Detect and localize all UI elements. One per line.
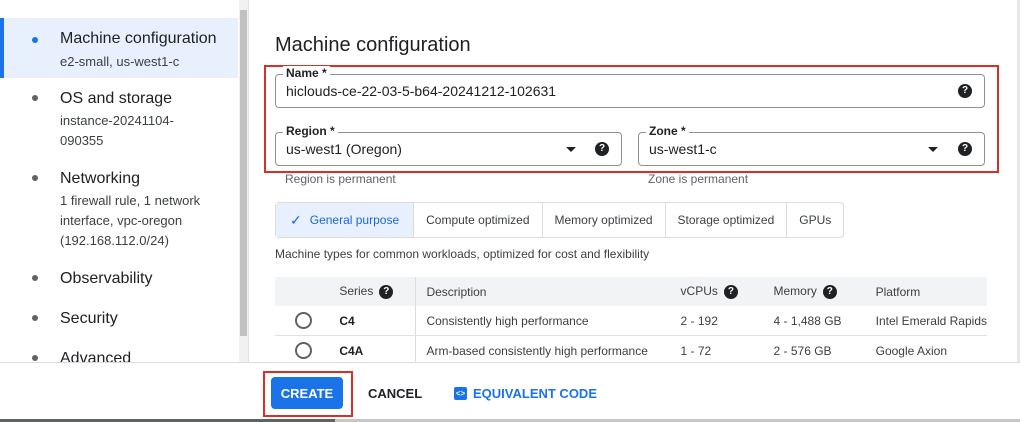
nav-item-security[interactable]: Security (0, 308, 238, 332)
table-cell-vcpus: 2 - 192 (670, 306, 764, 336)
equivalent-code-button[interactable]: <> EQUIVALENT CODE (450, 377, 601, 409)
table-header-label: vCPUs (680, 284, 718, 299)
table-header-select (275, 277, 330, 306)
table-cell-platform: Intel Emerald Rapids (865, 306, 987, 336)
name-field[interactable]: Name * hiclouds-ce-22-03-5-b64-20241212-… (275, 66, 985, 108)
tab-storage-optimized[interactable]: Storage optimized (664, 203, 787, 237)
table-header-label: Series (339, 284, 374, 299)
nav-item-subtitle: (192.168.112.0/24) (60, 233, 169, 248)
chevron-down-icon[interactable] (928, 147, 938, 152)
help-icon[interactable]: ? (723, 284, 738, 299)
zone-field-value: us-west1-c (649, 141, 717, 157)
tab-general-purpose[interactable]: ✓ General purpose (276, 203, 414, 237)
region-field-label: Region * (283, 124, 338, 138)
nav-bullet-icon (32, 95, 38, 101)
region-select[interactable]: Region * us-west1 (Oregon) ? (275, 124, 622, 166)
nav-item-title: Observability (60, 270, 153, 287)
table-cell-series: C4A (329, 335, 416, 362)
nav-item-title: OS and storage (60, 90, 173, 107)
table-row[interactable]: C4A Arm-based consistently high performa… (275, 335, 987, 362)
nav-item-title: Security (60, 310, 118, 327)
machine-family-tabs: ✓ General purpose Compute optimized Memo… (275, 202, 845, 238)
main-panel: Machine configuration Name * hiclouds-ce… (248, 0, 1020, 362)
table-cell-vcpus: 1 - 72 (670, 335, 764, 362)
table-cell-select (275, 335, 330, 362)
check-icon: ✓ (290, 212, 302, 228)
chevron-down-icon[interactable] (566, 147, 576, 152)
left-nav: Machine configuration e2-small, us-west1… (0, 0, 238, 362)
table-cell-select (275, 306, 330, 336)
nav-scrollbar[interactable] (239, 0, 248, 362)
nav-item-title: Machine configuration (60, 30, 217, 47)
table-cell-memory: 2 - 576 GB (763, 335, 866, 362)
series-radio[interactable] (295, 342, 312, 359)
code-icon: <> (454, 386, 467, 400)
table-cell-platform: Google Axion (865, 335, 987, 362)
table-header-vcpus: vCPUs? (670, 277, 764, 306)
table-cell-description: Consistently high performance (415, 306, 671, 336)
nav-item-subtitle: interface, vpc-oregon (60, 213, 183, 228)
machine-series-table: Series? Description vCPUs? Memory? Platf… (275, 277, 987, 362)
nav-bullet-icon (32, 315, 38, 321)
help-icon[interactable]: ? (822, 284, 837, 299)
help-icon[interactable]: ? (379, 284, 394, 299)
machine-family-description: Machine types for common workloads, opti… (275, 247, 650, 261)
nav-scrollbar-thumb[interactable] (240, 10, 247, 336)
nav-item-subtitle: e2-small, us-west1-c (60, 54, 180, 69)
nav-bullet-icon (32, 175, 38, 181)
name-field-value: hiclouds-ce-22-03-5-b64-20241212-102631 (286, 83, 557, 99)
action-bar: CREATE CANCEL <> EQUIVALENT CODE (0, 362, 1020, 422)
tab-gpus[interactable]: GPUs (786, 203, 843, 237)
table-header-memory: Memory? (763, 277, 866, 306)
table-cell-series: C4 (329, 306, 416, 336)
equivalent-code-label: EQUIVALENT CODE (473, 385, 597, 401)
nav-bullet-icon (32, 37, 38, 43)
zone-hint: Zone is permanent (648, 172, 749, 186)
table-row[interactable]: C4 Consistently high performance 2 - 192… (275, 306, 987, 336)
tab-label: General purpose (309, 213, 400, 227)
nav-item-machine-configuration[interactable]: Machine configuration e2-small, us-west1… (0, 18, 238, 78)
nav-item-subtitle: instance-20241104- (60, 113, 174, 128)
region-field-value: us-west1 (Oregon) (286, 141, 402, 157)
cancel-button[interactable]: CANCEL (360, 377, 430, 409)
series-radio[interactable] (295, 312, 312, 329)
table-header-label: Memory (773, 284, 817, 299)
table-cell-memory: 4 - 1,488 GB (763, 306, 866, 336)
table-header-row: Series? Description vCPUs? Memory? Platf… (275, 277, 987, 306)
region-hint: Region is permanent (285, 172, 396, 186)
table-header-platform: Platform (865, 277, 987, 306)
nav-item-os-and-storage[interactable]: OS and storage instance-20241104- 090355 (0, 88, 238, 152)
nav-item-advanced[interactable]: Advanced (0, 348, 238, 362)
table-header-series: Series? (329, 277, 416, 306)
table-header-description: Description (415, 277, 671, 306)
help-icon[interactable]: ? (958, 84, 972, 98)
zone-select[interactable]: Zone * us-west1-c ? (638, 124, 985, 166)
nav-item-title: Advanced (60, 350, 132, 362)
nav-bullet-icon (32, 355, 38, 361)
nav-bullet-icon (32, 275, 38, 281)
zone-field-label: Zone * (646, 124, 689, 138)
nav-item-observability[interactable]: Observability (0, 268, 238, 292)
page-title: Machine configuration (275, 34, 471, 56)
help-icon[interactable]: ? (595, 142, 609, 156)
nav-item-subtitle: 090355 (60, 133, 104, 148)
nav-item-networking[interactable]: Networking 1 firewall rule, 1 network in… (0, 168, 238, 252)
nav-item-title: Networking (60, 170, 141, 187)
table-cell-description: Arm-based consistently high performance (415, 335, 671, 362)
create-button[interactable]: CREATE (271, 377, 343, 409)
tab-memory-optimized[interactable]: Memory optimized (541, 203, 665, 237)
name-field-label: Name * (283, 66, 330, 80)
nav-item-subtitle: 1 firewall rule, 1 network (60, 193, 201, 208)
tab-compute-optimized[interactable]: Compute optimized (413, 203, 541, 237)
help-icon[interactable]: ? (958, 142, 972, 156)
